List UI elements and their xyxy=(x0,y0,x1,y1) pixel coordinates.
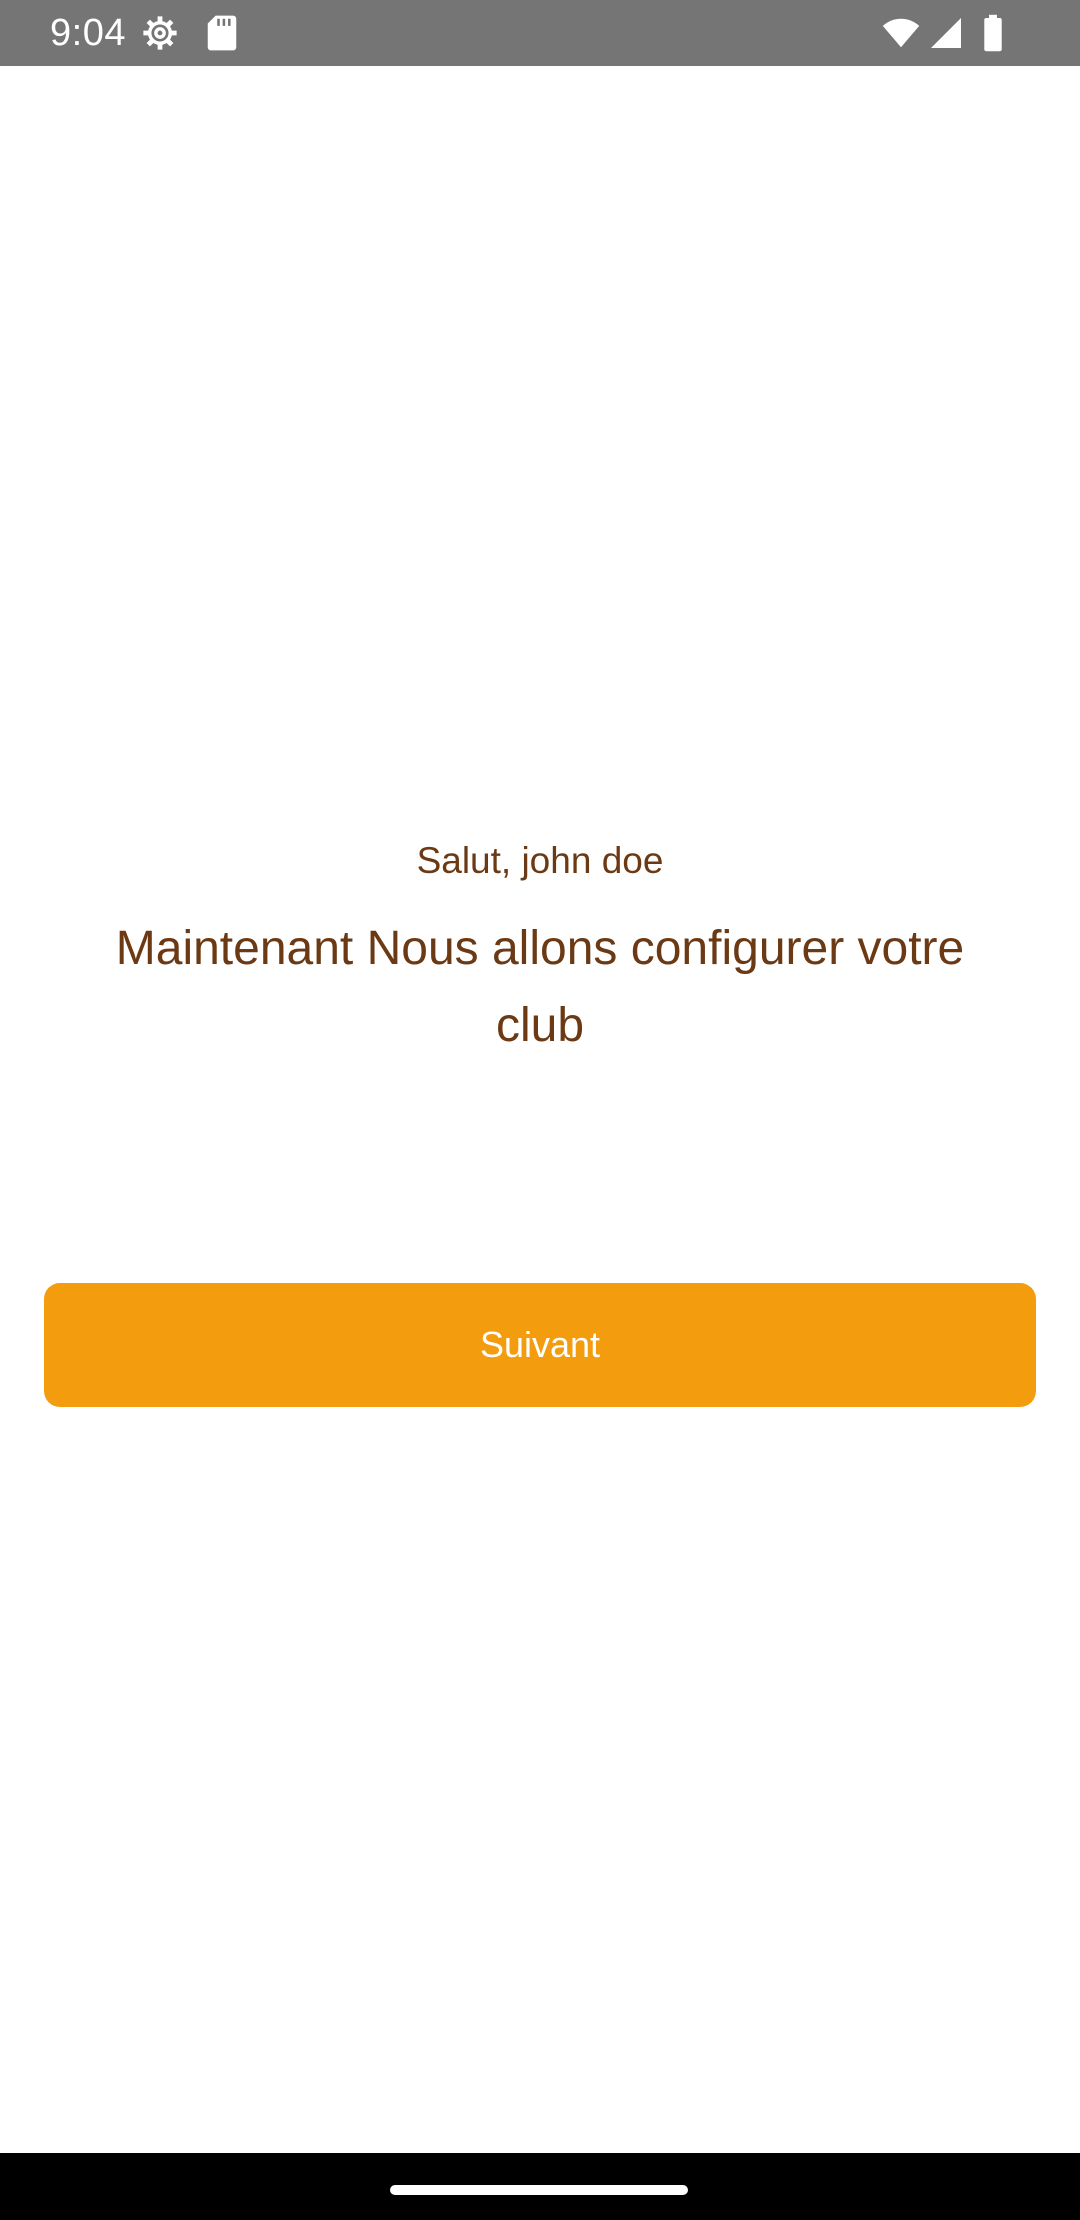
status-time: 9:04 xyxy=(50,12,126,54)
cell-signal-icon xyxy=(931,18,961,48)
greeting-text: Salut, john doe xyxy=(416,840,664,881)
next-button[interactable]: Suivant xyxy=(44,1283,1036,1407)
wifi-icon xyxy=(882,18,920,48)
page-title: Maintenant Nous allons configurer votre … xyxy=(115,922,965,1052)
home-gesture-handle[interactable] xyxy=(390,2185,688,2195)
navigation-bar xyxy=(0,2153,1080,2220)
battery-icon xyxy=(984,14,1002,52)
app-screen: 9:04 Salut, john doe Maintenant Nous all… xyxy=(0,0,1080,2220)
sd-card-icon xyxy=(207,15,237,51)
settings-gear-icon xyxy=(143,16,177,50)
status-bar: 9:04 xyxy=(0,0,1080,66)
